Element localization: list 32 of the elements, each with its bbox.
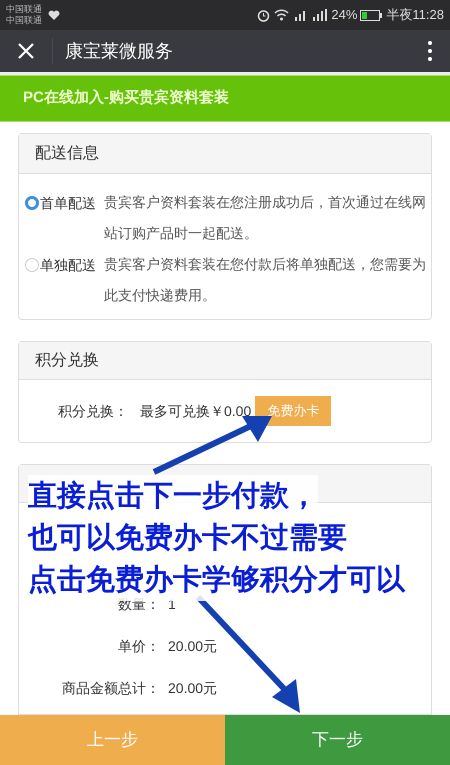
points-label: 积分兑换： [58, 402, 128, 420]
window-title: 康宝莱微服务 [65, 40, 174, 62]
previous-button[interactable]: 上一步 [0, 715, 225, 765]
clock-time: 半夜11:28 [386, 6, 444, 24]
signal-icon [311, 9, 330, 21]
option-label: 单独配送 [40, 256, 96, 274]
option-description: 贵宾客户资料套装在您注册成功后，首次通过在线网站订购产品时一起配送。 [104, 193, 427, 243]
battery-icon [360, 10, 382, 20]
carrier-name: 中国联通 [6, 15, 42, 26]
next-button[interactable]: 下一步 [225, 715, 450, 765]
card-title: 配送信息 [35, 144, 99, 164]
card-title: 积分兑换 [35, 350, 99, 370]
row-value: 20.00元 [168, 678, 218, 698]
banner-title: PC在线加入-购买贵宾资料套装 [23, 88, 229, 108]
row-value: 20.00元 [168, 636, 218, 656]
option-label: 首单配送 [40, 194, 96, 212]
free-card-button[interactable]: 免费办卡 [255, 396, 332, 426]
radio-icon [25, 258, 39, 272]
battery-percent: 24% [331, 6, 358, 24]
row-label: 商品金额总计： [61, 678, 160, 698]
carrier-name: 中国联通 [6, 4, 42, 15]
radio-option[interactable]: 单独配送 [25, 253, 96, 277]
heart-icon [48, 10, 60, 20]
more-icon [428, 41, 432, 61]
points-value: 最多可兑换￥0.00 [140, 402, 252, 420]
row-label: 单价： [117, 636, 160, 656]
alarm-icon [257, 8, 270, 22]
wifi-icon [274, 9, 290, 21]
close-icon [17, 42, 35, 60]
radio-icon [25, 196, 39, 210]
option-description: 贵宾客户资料套装在您付款后将单独配送，您需要为此支付快递费用。 [104, 255, 427, 305]
radio-option[interactable]: 首单配送 [25, 191, 96, 215]
